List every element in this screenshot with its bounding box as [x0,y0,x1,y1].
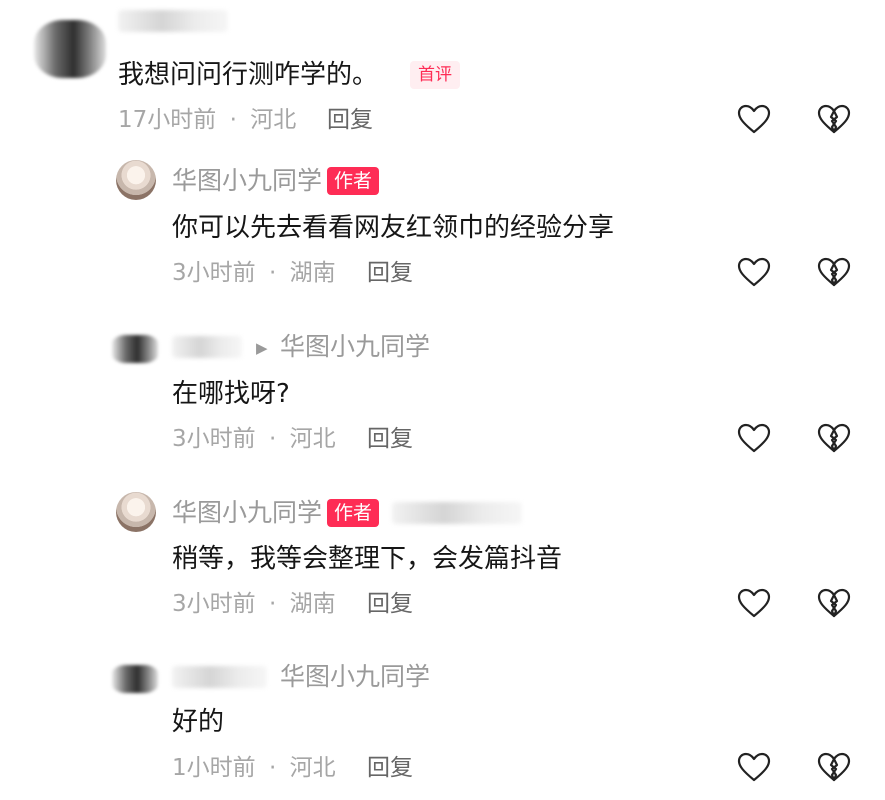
comment-text: 你可以先去看看网友红领巾的经验分享 [172,213,615,243]
time-text: 3小时前 [172,591,256,617]
comment-text: 在哪找呀? [172,379,290,409]
location-text: 河北 [289,426,336,452]
reply-to-username[interactable]: 华图小九同学 [280,662,430,692]
comment-text: 好的 [172,707,225,737]
reply-to-username[interactable]: 华图小九同学 [280,332,430,362]
time-text: 3小时前 [172,260,256,286]
separator: · [268,755,277,781]
reply-button[interactable]: 回复 [367,753,413,783]
comment-text: 我想问问行测咋学的。 [118,60,379,90]
separator: · [268,426,277,452]
broken-heart-icon[interactable] [817,751,851,785]
reply-item: 华图小九同学 好的 1小时前 · 河北 回复 [0,645,885,800]
comment-text: 稍等，我等会整理下，会发篇抖音 [172,544,563,574]
separator: · [268,260,277,286]
reply-button[interactable]: 回复 [327,105,373,135]
username[interactable]: 华图小九同学 [172,166,322,196]
broken-heart-icon[interactable] [817,103,851,137]
location-text: 湖南 [289,260,336,286]
comment-time: 1小时前 · 河北 [172,753,336,783]
reply-to-blurred[interactable] [392,502,522,524]
reply-item: ▶ 华图小九同学 在哪找呀? 3小时前 · 河北 回复 [0,315,885,470]
comment-time: 3小时前 · 河北 [172,424,336,454]
location-text: 河北 [289,755,336,781]
heart-outline-icon[interactable] [737,751,771,785]
separator: · [268,591,277,617]
avatar[interactable] [34,20,106,78]
avatar[interactable] [112,335,158,363]
reply-button[interactable]: 回复 [367,589,413,619]
broken-heart-icon[interactable] [817,422,851,456]
author-badge: 作者 [327,499,380,527]
comment-time: 17小时前 · 河北 [118,105,296,135]
reply-button[interactable]: 回复 [367,258,413,288]
username-blurred[interactable] [172,336,242,358]
time-text: 17小时前 [118,107,217,133]
author-avatar[interactable] [116,492,156,532]
broken-heart-icon[interactable] [817,256,851,290]
reply-item: 华图小九同学 作者 稍等，我等会整理下，会发篇抖音 3小时前 · 湖南 回复 [0,480,885,640]
username-blurred[interactable] [118,10,228,32]
author-avatar[interactable] [116,160,156,200]
avatar[interactable] [112,665,158,693]
comment-item: 我想问问行测咋学的。 首评 17小时前 · 河北 回复 [0,0,885,145]
reply-button[interactable]: 回复 [367,424,413,454]
reply-item: 华图小九同学 作者 你可以先去看看网友红领巾的经验分享 3小时前 · 湖南 回复 [0,145,885,305]
author-badge: 作者 [327,167,380,195]
heart-outline-icon[interactable] [737,256,771,290]
comment-time: 3小时前 · 湖南 [172,258,336,288]
heart-outline-icon[interactable] [737,587,771,621]
first-comment-badge: 首评 [410,61,460,89]
reply-arrow-icon: ▶ [256,339,268,357]
heart-outline-icon[interactable] [737,422,771,456]
comment-time: 3小时前 · 湖南 [172,589,336,619]
username[interactable]: 华图小九同学 [172,498,322,528]
heart-outline-icon[interactable] [737,103,771,137]
location-text: 湖南 [289,591,336,617]
location-text: 河北 [250,107,297,133]
separator: · [229,107,237,133]
username-blurred[interactable] [172,666,267,688]
time-text: 3小时前 [172,426,256,452]
time-text: 1小时前 [172,755,256,781]
broken-heart-icon[interactable] [817,587,851,621]
